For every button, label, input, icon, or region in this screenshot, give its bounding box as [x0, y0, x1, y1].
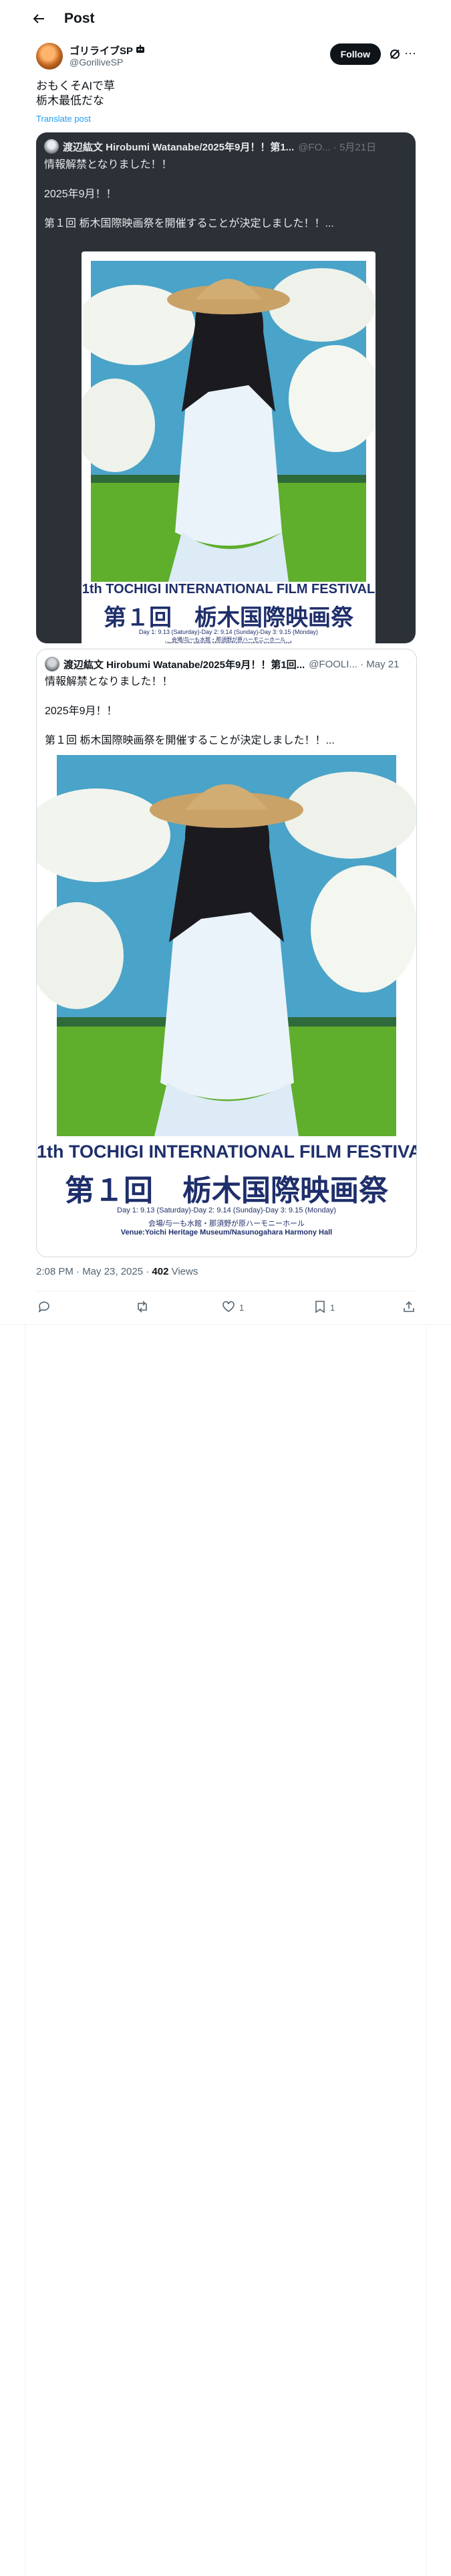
- quoted-post-text: 情報解禁となりました！！ 2025年9月！！ 第１回 栃木国際映画祭を開催するこ…: [44, 159, 334, 229]
- author-name[interactable]: ゴリライブSP: [69, 43, 133, 58]
- back-arrow-icon[interactable]: [27, 7, 51, 31]
- festival-poster-image[interactable]: 1th TOCHIGI INTERNATIONAL FILM FESTIVAL …: [82, 251, 375, 643]
- quoted-author-handle: @FOOLI... · May 21: [309, 658, 400, 670]
- share-button[interactable]: [402, 1294, 416, 1321]
- poster-title-jp: 第１回 栃木国際映画祭: [65, 1174, 388, 1208]
- share-icon: [402, 1300, 416, 1315]
- quoted-post-header: 渡辺紘文 Hirobumi Watanabe/2025年9月！！第1... @F…: [44, 138, 408, 155]
- quoted-avatar: [45, 657, 59, 671]
- translate-post-link[interactable]: Translate post: [36, 114, 91, 124]
- follow-button[interactable]: Follow: [329, 43, 381, 65]
- quoted-author-name: 渡辺紘文 Hirobumi Watanabe/2025年9月！！第1回...: [63, 659, 305, 671]
- bookmark-count: 1: [330, 1302, 335, 1313]
- author-name-row[interactable]: ゴリライブSP: [69, 43, 146, 58]
- column-border-right: [426, 1325, 427, 2576]
- quoted-post-light[interactable]: 渡辺紘文 Hirobumi Watanabe/2025年9月！！第1回... @…: [36, 649, 417, 1257]
- post-time[interactable]: 2:08 PM · May 23, 2025 ·: [36, 1266, 152, 1277]
- quoted-author-name: 渡辺紘文 Hirobumi Watanabe/2025年9月！！第1...: [63, 141, 295, 153]
- author-handle[interactable]: @GoriliveSP: [69, 57, 123, 68]
- post-author: ゴリライブSP @GoriliveSP Follow ···: [36, 41, 417, 71]
- poster-dates: Day 1: 9.13 (Saturday)-Day 2: 9.14 (Sund…: [138, 629, 319, 635]
- heart-icon: [222, 1300, 235, 1315]
- repost-button[interactable]: [135, 1294, 154, 1321]
- quoted-author-handle: @FO... · 5月21日: [298, 141, 377, 153]
- grok-icon[interactable]: [389, 48, 401, 60]
- divider: [0, 1324, 451, 1325]
- poster-venue-en: Venue:Yoichi Heritage Museum/Nasunogahar…: [120, 1228, 333, 1237]
- poster-dates: Day 1: 9.13 (Saturday)-Day 2: 9.14 (Sund…: [117, 1206, 336, 1214]
- quoted-post-header: 渡辺紘文 Hirobumi Watanabe/2025年9月！！第1回... @…: [45, 656, 408, 672]
- poster-venue-en: Venue:Yoichi Heritage Museum/Nasunogahar…: [82, 641, 375, 643]
- post-timestamp: 2:08 PM · May 23, 2025 · 402 Views: [36, 1266, 198, 1277]
- bookmark-icon: [314, 1300, 326, 1315]
- repost-icon: [135, 1300, 150, 1315]
- bookmark-button[interactable]: 1: [314, 1294, 335, 1321]
- post-text: おもくそAIで草 栃木最低だな: [36, 80, 116, 107]
- avatar[interactable]: [36, 43, 63, 70]
- quoted-post-dark[interactable]: 渡辺紘文 Hirobumi Watanabe/2025年9月！！第1... @F…: [36, 132, 416, 643]
- views-count: 402: [152, 1266, 169, 1277]
- reply-icon: [37, 1300, 51, 1315]
- poster-venue-jp: 会場/与一も水館・那須野が原ハーモニーホール: [148, 1220, 305, 1228]
- festival-poster-image[interactable]: 1th TOCHIGI INTERNATIONAL FILM FESTIVAL …: [37, 755, 416, 1257]
- top-bar: Post: [0, 0, 451, 37]
- poster-title-en: 1th TOCHIGI INTERNATIONAL FILM FESTIVAL: [37, 1142, 417, 1162]
- reply-button[interactable]: [37, 1294, 55, 1321]
- verified-bot-icon: [136, 44, 146, 57]
- more-options-icon[interactable]: ···: [404, 45, 417, 62]
- poster-title-jp: 第１回 栃木国際映画祭: [104, 605, 353, 631]
- action-bar: 1 1: [36, 1294, 417, 1321]
- quoted-avatar: [44, 139, 59, 154]
- quoted-post-text: 情報解禁となりました！！ 2025年9月！！ 第１回 栃木国際映画祭を開催するこ…: [45, 676, 335, 746]
- page-title: Post: [64, 11, 95, 26]
- like-count: 1: [239, 1302, 245, 1313]
- views-label: Views: [168, 1266, 198, 1277]
- poster-title-en: 1th TOCHIGI INTERNATIONAL FILM FESTIVAL: [82, 582, 375, 597]
- like-button[interactable]: 1: [222, 1294, 244, 1321]
